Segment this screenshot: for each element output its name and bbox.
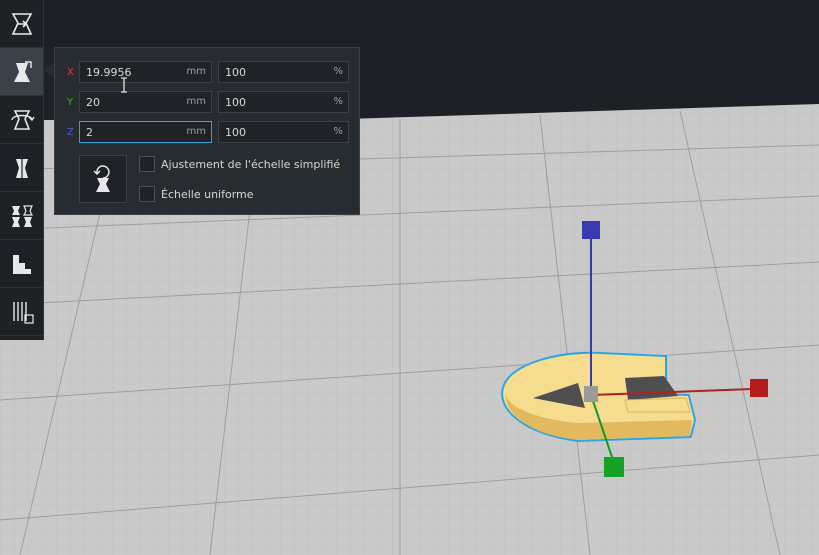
y-mm-value: 20 [86,96,100,109]
z-axis-label: Z [67,127,74,138]
rotate-icon [10,109,35,130]
y-axis-handle[interactable] [604,457,624,477]
support-tool-button[interactable] [0,288,43,336]
panel-pointer [44,62,54,78]
y-axis-label: Y [67,97,74,108]
z-mm-input[interactable]: 2 mm [79,121,212,143]
x-axis-label: X [67,67,74,78]
reset-scale-button[interactable] [79,155,127,203]
x-percent-unit: % [333,66,343,77]
x-axis-handle[interactable] [750,379,768,397]
scale-icon [13,60,32,82]
x-percent-value: 100 [225,66,246,79]
stairs-icon [12,254,31,274]
mirror-tool-button[interactable] [0,144,43,192]
scale-panel: X 19.9956 mm 100 % Y 20 mm 100 % Z 2 mm … [54,47,360,215]
y-mm-unit: mm [186,96,206,107]
y-mm-input[interactable]: 20 mm [79,91,212,113]
snap-scaling-row[interactable]: Ajustement de l'échelle simplifié [139,155,340,173]
uniform-scaling-checkbox[interactable] [139,186,155,202]
uniform-scaling-label: Échelle uniforme [161,187,254,201]
x-mm-unit: mm [186,66,206,77]
z-axis-handle[interactable] [582,221,600,239]
y-percent-unit: % [333,96,343,107]
uniform-scaling-row[interactable]: Échelle uniforme [139,185,254,203]
y-percent-value: 100 [225,96,246,109]
move-tool-button[interactable] [0,0,43,48]
per-model-settings-icon [11,204,33,227]
move-icon [11,12,32,35]
reset-scale-icon [93,165,110,192]
rotate-tool-button[interactable] [0,96,43,144]
x-mm-input[interactable]: 19.9956 mm [79,61,212,83]
y-percent-input[interactable]: 100 % [218,91,349,113]
x-percent-input[interactable]: 100 % [218,61,349,83]
per-model-settings-tool-button[interactable] [0,192,43,240]
z-mm-value: 2 [86,126,93,139]
mirror-icon [15,156,28,180]
z-percent-unit: % [333,126,343,137]
selected-model[interactable] [501,351,697,443]
z-percent-input[interactable]: 100 % [218,121,349,143]
z-mm-unit: mm [186,126,206,137]
tool-sidebar [0,0,44,340]
text-cursor-icon [121,77,127,93]
snap-scaling-label: Ajustement de l'échelle simplifié [161,157,341,171]
support-icon [12,301,34,324]
z-percent-value: 100 [225,126,246,139]
support-blocker-tool-button[interactable] [0,240,43,288]
scale-tool-button[interactable] [0,48,43,96]
gizmo-center[interactable] [584,386,598,402]
snap-scaling-checkbox[interactable] [139,156,155,172]
